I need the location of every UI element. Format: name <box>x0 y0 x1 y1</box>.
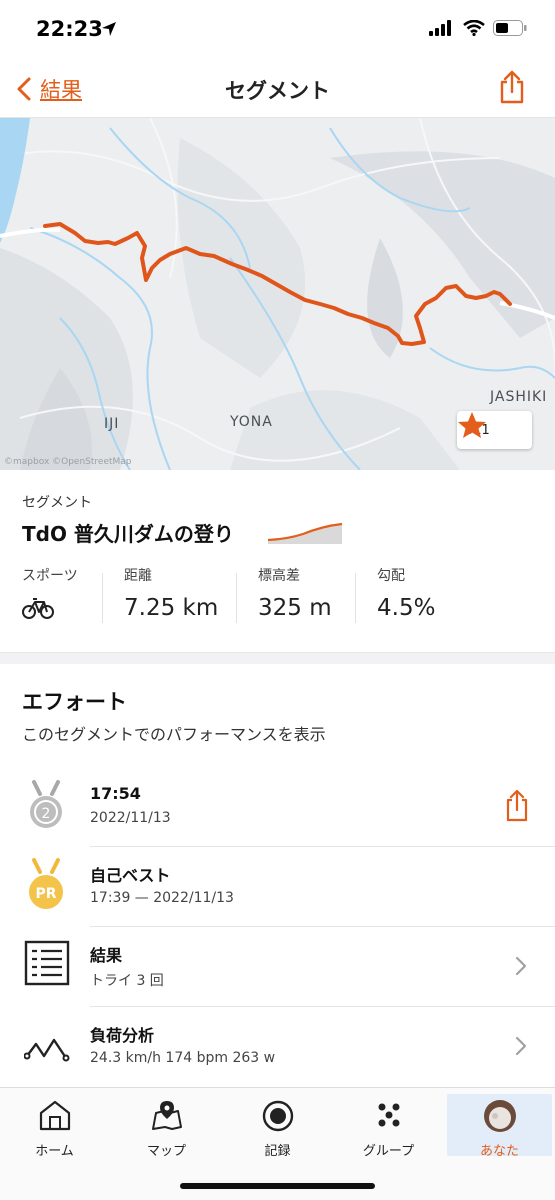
cellular-signal-icon <box>429 20 451 36</box>
page-title: セグメント <box>225 79 330 103</box>
stat-value: 7.25 km <box>124 595 219 621</box>
tab-label: グループ <box>362 1144 415 1159</box>
results-title: 結果 <box>90 946 123 965</box>
groups-icon <box>378 1103 399 1127</box>
effort-row-analysis[interactable]: 負荷分析 24.3 km/h 174 bpm 263 w <box>0 1008 555 1088</box>
bicycle-icon <box>22 598 54 619</box>
tab-record[interactable]: 記録 <box>225 1094 330 1159</box>
stat-sport: スポーツ <box>22 565 78 629</box>
row-separator <box>90 846 555 847</box>
stat-divider <box>102 573 103 623</box>
personal-best-title: 自己ベスト <box>90 866 171 885</box>
stat-divider <box>355 573 356 623</box>
home-indicator[interactable] <box>180 1183 375 1189</box>
leaderboard-list-icon <box>24 940 70 986</box>
segment-name: TdO 普久川ダムの登り <box>22 522 234 546</box>
stat-label: 距離 <box>124 568 152 584</box>
share-icon <box>500 70 524 104</box>
tab-label: マップ <box>146 1144 186 1159</box>
effort-row-results[interactable]: 結果 トライ 3 回 <box>0 928 555 1008</box>
stat-elevation: 標高差 325 m <box>258 565 332 629</box>
row-separator <box>90 926 555 927</box>
map-label-iji: IJI <box>104 416 120 432</box>
chevron-right-icon <box>515 956 527 976</box>
tab-groups[interactable]: グループ <box>336 1094 441 1159</box>
medal-rank: 2 <box>42 806 51 822</box>
tab-label: あなた <box>479 1144 519 1159</box>
stat-divider <box>236 573 237 623</box>
tab-home[interactable]: ホーム <box>2 1094 107 1159</box>
chevron-right-icon <box>515 1036 527 1056</box>
elevation-profile-thumbnail <box>268 522 343 544</box>
map-icon <box>151 1101 182 1130</box>
segment-kicker: セグメント <box>22 495 92 511</box>
stat-label: 標高差 <box>258 568 300 584</box>
section-divider <box>0 652 555 664</box>
pr-label: PR <box>35 886 56 902</box>
share-button[interactable] <box>499 70 525 108</box>
analysis-metrics: 24.3 km/h 174 bpm 263 w <box>90 1050 276 1066</box>
tab-label: 記録 <box>264 1144 291 1159</box>
tab-you[interactable]: あなた <box>447 1094 552 1159</box>
status-bar: 22:23 <box>0 0 555 62</box>
silver-medal-icon: 2 <box>30 780 62 828</box>
avatar-icon <box>483 1100 516 1132</box>
analysis-graph-icon <box>24 1038 70 1062</box>
stat-value: 4.5% <box>377 595 436 621</box>
stat-distance: 距離 7.25 km <box>124 565 218 629</box>
effort-time: 17:54 <box>90 784 141 803</box>
stat-label: スポーツ <box>22 568 78 584</box>
stat-grade: 勾配 4.5% <box>377 565 435 629</box>
pr-medal-icon: PR <box>29 858 63 909</box>
map-label-yona: YONA <box>230 414 273 430</box>
navigation-bar: 結果 セグメント <box>0 62 555 118</box>
row-separator <box>90 1006 555 1007</box>
star-icon <box>458 412 486 438</box>
battery-icon <box>493 20 527 36</box>
share-effort-icon[interactable] <box>505 788 529 822</box>
results-attempts: トライ 3 回 <box>90 973 164 989</box>
analysis-title: 負荷分析 <box>90 1026 155 1045</box>
map-attribution[interactable]: ©mapbox ©OpenStreetMap <box>4 457 132 467</box>
home-icon <box>39 1100 70 1131</box>
effort-section-subtitle: このセグメントでのパフォーマンスを表示 <box>22 725 326 744</box>
effort-row-time[interactable]: 2 17:54 2022/11/13 <box>0 770 555 850</box>
stat-value: 325 m <box>258 595 332 621</box>
wifi-icon <box>463 20 485 36</box>
tab-label: ホーム <box>35 1144 74 1159</box>
segment-map[interactable]: IJI YONA JASHIKI 311 ©mapbox ©OpenStreet… <box>0 118 555 470</box>
tab-map[interactable]: マップ <box>114 1094 219 1159</box>
effort-row-personal-best[interactable]: PR 自己ベスト 17:39 — 2022/11/13 <box>0 848 555 928</box>
location-arrow-icon <box>102 22 116 36</box>
status-time: 22:23 <box>36 17 103 41</box>
effort-date: 2022/11/13 <box>90 810 171 826</box>
star-button[interactable]: 311 <box>457 411 532 449</box>
effort-section-title: エフォート <box>22 690 127 714</box>
personal-best-detail: 17:39 — 2022/11/13 <box>90 890 234 906</box>
status-indicators <box>429 20 527 36</box>
record-icon <box>262 1100 293 1132</box>
segment-summary: セグメント TdO 普久川ダムの登り スポーツ 距離 7.25 km 標高差 3… <box>0 470 555 652</box>
map-label-jashiki: JASHIKI <box>490 389 548 405</box>
segment-stats: スポーツ 距離 7.25 km 標高差 325 m 勾配 4.5% <box>0 565 555 629</box>
stat-label: 勾配 <box>377 568 405 584</box>
